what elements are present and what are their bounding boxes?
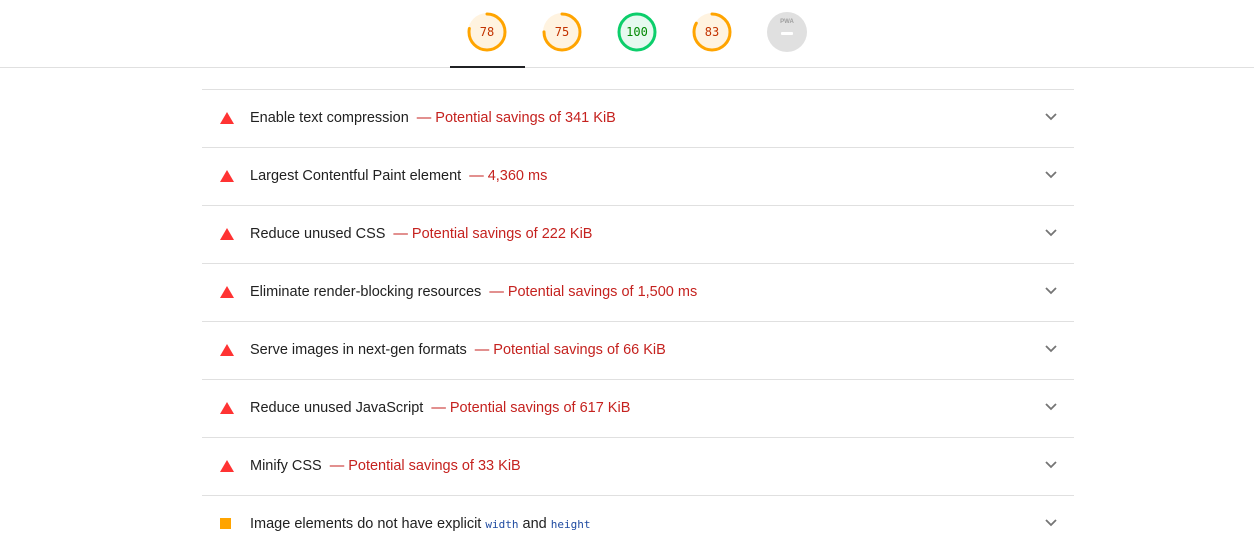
- audit-display-value: 4,360 ms: [487, 168, 548, 184]
- audit-title: Minify CSS: [250, 458, 322, 474]
- chevron-down-icon[interactable]: [1044, 344, 1058, 354]
- triangle-warning-icon: [220, 170, 234, 182]
- audit-title: Eliminate render-blocking resources: [250, 284, 482, 300]
- audit-title: Serve images in next-gen formats: [250, 342, 467, 358]
- chevron-down-icon[interactable]: [1044, 402, 1058, 412]
- gauge-accessibility-score: 75: [554, 25, 570, 39]
- audit-row[interactable]: Minify CSS — Potential savings of 33 KiB: [202, 438, 1074, 496]
- audit-display-value: Potential savings of 66 KiB: [493, 342, 666, 358]
- audit-row[interactable]: Reduce unused CSS — Potential savings of 2…: [202, 206, 1074, 264]
- chevron-down-icon[interactable]: [1044, 286, 1058, 296]
- chevron-down-icon[interactable]: [1044, 460, 1058, 470]
- gauge-best-practices-score: 100: [626, 25, 648, 39]
- triangle-warning-icon: [220, 228, 234, 240]
- gauge-pwa[interactable]: PWA: [766, 11, 808, 53]
- score-gauges-bar: 78 75 100 83 PWA: [0, 0, 1254, 68]
- pwa-dash-icon: [781, 32, 793, 35]
- gauge-best-practices[interactable]: 100: [616, 11, 658, 53]
- audit-title: Largest Contentful Paint element: [250, 168, 462, 184]
- audit-display-value: Potential savings of 617 KiB: [449, 400, 631, 416]
- audit-text: Minify CSS — Potential savings of 33 KiB: [250, 438, 521, 495]
- audit-display-value: Potential savings of 33 KiB: [348, 458, 521, 474]
- gauge-seo[interactable]: 83: [691, 11, 733, 53]
- audit-separator: —: [489, 284, 504, 300]
- audit-separator: —: [393, 226, 408, 242]
- triangle-warning-icon: [220, 286, 234, 298]
- triangle-warning-icon: [220, 460, 234, 472]
- audit-row[interactable]: Reduce unused JavaScript — Potential savin…: [202, 380, 1074, 438]
- audit-title: Image elements do not have explicit: [250, 516, 482, 532]
- audit-title: Enable text compression: [250, 110, 409, 126]
- audit-row[interactable]: Image elements do not have explicit widt…: [202, 496, 1074, 553]
- triangle-warning-icon: [220, 344, 234, 356]
- audit-display-value: Potential savings of 341 KiB: [435, 110, 616, 126]
- triangle-warning-icon: [220, 112, 234, 124]
- audit-row[interactable]: Enable text compression — Potential saving…: [202, 90, 1074, 148]
- gauge-seo-score: 83: [704, 25, 720, 39]
- audit-text: Reduce unused CSS — Potential savings of 2…: [250, 206, 592, 263]
- chevron-down-icon[interactable]: [1044, 170, 1058, 180]
- audit-title: Reduce unused CSS: [250, 226, 386, 242]
- audit-separator: —: [469, 168, 484, 184]
- chevron-down-icon[interactable]: [1044, 112, 1058, 122]
- gauge-accessibility[interactable]: 75: [541, 11, 583, 53]
- audit-display-value: Potential savings of 1,500 ms: [507, 284, 698, 300]
- audit-list: Enable text compression — Potential saving…: [202, 89, 1074, 553]
- audit-separator: —: [431, 400, 446, 416]
- audit-row[interactable]: Eliminate render-blocking resources — Pote…: [202, 264, 1074, 322]
- audit-display-value: Potential savings of 222 KiB: [411, 226, 593, 242]
- audit-text: Reduce unused JavaScript — Potential savin…: [250, 380, 630, 437]
- audit-and: and: [522, 516, 547, 532]
- pwa-label: PWA: [780, 19, 794, 25]
- audit-separator: —: [474, 342, 490, 358]
- gauge-performance-score: 78: [479, 25, 495, 39]
- audit-separator: —: [416, 110, 432, 126]
- audit-code-width: width: [485, 518, 519, 531]
- gauge-performance[interactable]: 78: [466, 11, 508, 53]
- audit-row[interactable]: Serve images in next-gen formats — Potenti…: [202, 322, 1074, 380]
- audit-text: Largest Contentful Paint element —4,360 m…: [250, 148, 547, 205]
- audit-text: Serve images in next-gen formats — Potenti…: [250, 322, 666, 379]
- audit-row[interactable]: Largest Contentful Paint element —4,360 m…: [202, 148, 1074, 206]
- audit-text: Eliminate render-blocking resources — Pote…: [250, 264, 697, 321]
- audit-text: Enable text compression — Potential saving…: [250, 90, 616, 147]
- audit-code-height: height: [550, 518, 591, 531]
- orange-square-icon: [220, 518, 231, 529]
- chevron-down-icon[interactable]: [1044, 518, 1058, 528]
- triangle-warning-icon: [220, 402, 234, 414]
- audit-title: Reduce unused JavaScript: [250, 400, 424, 416]
- active-tab-indicator: [450, 66, 525, 68]
- audit-text: Image elements do not have explicit widt…: [250, 496, 591, 553]
- chevron-down-icon[interactable]: [1044, 228, 1058, 238]
- audit-separator: —: [329, 458, 345, 474]
